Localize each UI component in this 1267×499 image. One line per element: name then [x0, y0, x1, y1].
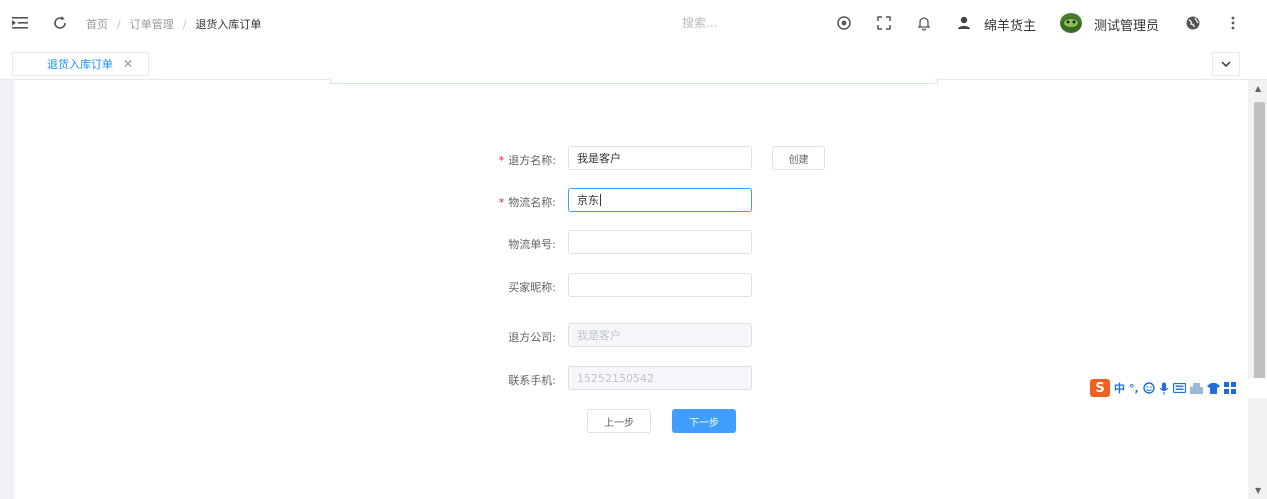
globe-icon[interactable] [1183, 13, 1203, 33]
logistics-name-field[interactable]: 京东 [568, 188, 752, 212]
required-mark: * [498, 154, 505, 167]
fullscreen-icon[interactable] [874, 13, 894, 33]
ime-skin-icon[interactable] [1206, 382, 1220, 394]
tab-label: 退货入库订单 [47, 58, 113, 71]
close-icon[interactable]: ✕ [123, 57, 133, 71]
top-header: 首页 / 订单管理 / 退货入库订单 搜索... 绵羊货主 测试管理员 [0, 0, 1267, 46]
scroll-down-icon[interactable]: ▼ [1255, 486, 1261, 495]
breadcrumb-separator: / [182, 17, 187, 31]
logistics-name-label: * 物流名称: [498, 196, 556, 209]
tracking-number-label: 物流单号: [508, 238, 556, 251]
ime-logo-icon[interactable]: S [1090, 379, 1110, 397]
ime-tools-icon[interactable] [1189, 382, 1203, 394]
buyer-nickname-label: 买家昵称: [508, 281, 556, 294]
ime-toolbar[interactable]: S 中 °, [1088, 378, 1267, 398]
ime-mic-icon[interactable] [1159, 382, 1169, 395]
tags-dropdown-button[interactable] [1212, 52, 1240, 76]
refresh-icon[interactable] [50, 13, 70, 33]
contact-phone-field: 15252150542 [568, 366, 752, 390]
buyer-nickname-field[interactable] [568, 273, 752, 297]
ime-emoji-icon[interactable] [1142, 382, 1155, 394]
ime-punct[interactable]: °, [1129, 382, 1139, 395]
tags-bar: 退货入库订单 ✕ [0, 46, 1267, 80]
next-step-button[interactable]: 下一步 [672, 409, 736, 433]
search-input[interactable]: 搜索... [682, 14, 717, 31]
return-company-field: 我是客户 [568, 323, 752, 347]
chevron-down-icon [1221, 61, 1231, 67]
user-icon[interactable] [954, 13, 974, 33]
breadcrumb-separator: / [117, 17, 121, 31]
ime-grid-icon[interactable] [1223, 382, 1236, 394]
admin-name[interactable]: 测试管理员 [1094, 15, 1159, 34]
scrollbar-thumb[interactable] [1254, 102, 1265, 390]
required-mark: * [498, 196, 505, 209]
main-content: * 退方名称: 我是客户 创建 * 物流名称: 京东 物流单号: 买家昵称: 退方公… [14, 78, 1248, 499]
create-button[interactable]: 创建 [772, 146, 825, 170]
user-name[interactable]: 绵羊货主 [984, 15, 1036, 34]
tab-return-inbound-order[interactable]: 退货入库订单 ✕ [12, 52, 149, 76]
bell-icon[interactable] [914, 13, 934, 33]
tracking-number-field[interactable] [568, 230, 752, 254]
steps-panel [330, 78, 938, 84]
breadcrumb: 首页 / 订单管理 / 退货入库订单 [86, 16, 261, 32]
avatar[interactable] [1060, 13, 1082, 33]
ime-keyboard-icon[interactable] [1172, 383, 1186, 393]
breadcrumb-home[interactable]: 首页 [86, 16, 108, 32]
returner-name-field[interactable]: 我是客户 [568, 146, 752, 170]
prev-step-button[interactable]: 上一步 [587, 409, 651, 433]
eye-icon[interactable] [834, 13, 854, 33]
return-company-label: 退方公司: [508, 331, 556, 344]
returner-name-label: * 退方名称: [498, 154, 556, 167]
more-vertical-icon[interactable] [1223, 13, 1243, 33]
scroll-up-icon[interactable]: ▲ [1255, 84, 1261, 93]
ime-mode[interactable]: 中 [1114, 380, 1125, 396]
breadcrumb-current: 退货入库订单 [195, 18, 262, 31]
contact-phone-label: 联系手机: [508, 374, 556, 387]
breadcrumb-order-management[interactable]: 订单管理 [130, 16, 174, 32]
menu-fold-icon[interactable] [10, 13, 30, 33]
vertical-scrollbar[interactable]: ▲ ▼ [1252, 80, 1267, 499]
